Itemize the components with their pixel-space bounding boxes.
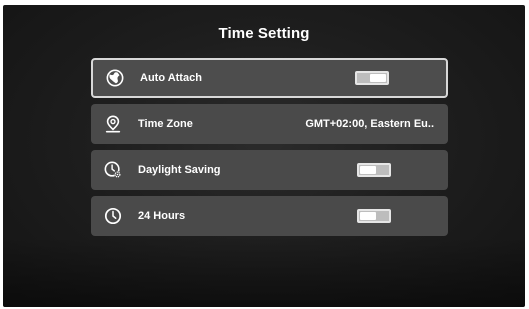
toggle-knob [360,166,376,174]
setting-row-time-zone[interactable]: Time Zone GMT+02:00, Eastern Eu.. [91,104,448,144]
setting-label: 24 Hours [138,210,186,222]
settings-list: Auto Attach Time Zone GMT+02:00, Eastern… [91,58,448,242]
setting-row-24-hours[interactable]: 24 Hours [91,196,448,236]
daylight-saving-toggle[interactable] [357,163,391,177]
time-zone-value: GMT+02:00, Eastern Eu.. [305,118,434,130]
satellite-globe-icon [106,69,124,87]
setting-label: Auto Attach [140,72,202,84]
page-title: Time Setting [218,25,310,42]
24-hours-toggle[interactable] [357,209,391,223]
clock-icon [104,207,122,225]
clock-gear-icon [104,161,121,178]
setting-row-auto-attach[interactable]: Auto Attach [91,58,448,98]
setting-row-daylight-saving[interactable]: Daylight Saving [91,150,448,190]
toggle-knob [360,212,376,220]
auto-attach-toggle[interactable] [355,71,389,85]
location-pin-icon [105,115,121,133]
tv-screen: Time Setting Auto Attach Time Zone GMT+0… [3,5,525,307]
setting-label: Time Zone [138,118,193,130]
setting-label: Daylight Saving [138,164,221,176]
toggle-knob [370,74,386,82]
